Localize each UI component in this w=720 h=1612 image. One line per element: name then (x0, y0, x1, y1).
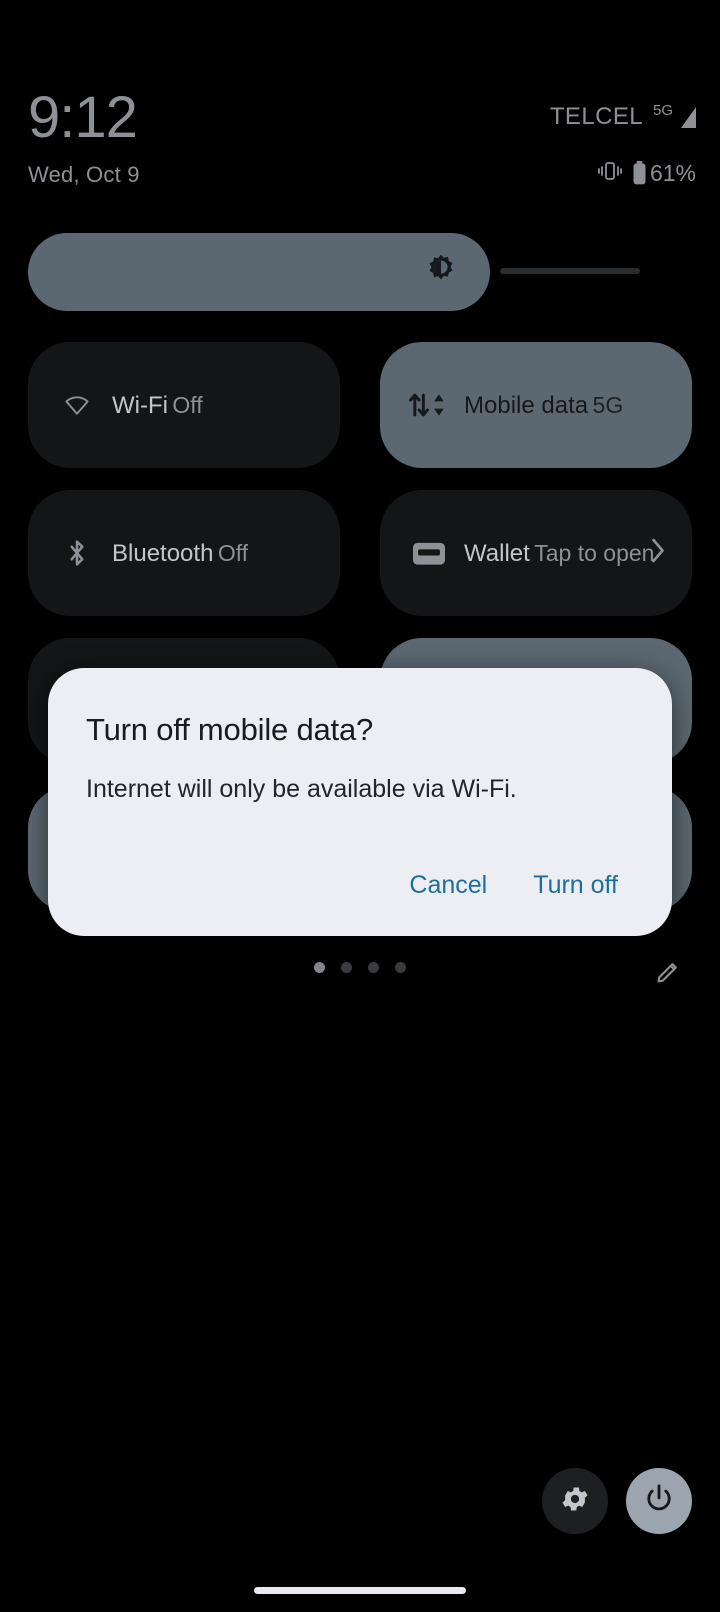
tile-wifi[interactable]: Wi-Fi Off (28, 342, 340, 468)
brightness-slider-track[interactable] (500, 268, 640, 274)
battery-indicator: 61% (632, 160, 696, 187)
tile-mobile-data[interactable]: Mobile data 5G (380, 342, 692, 468)
network-type-label: 5G (652, 102, 673, 119)
gear-icon (559, 1483, 591, 1520)
page-dot-3[interactable] (368, 962, 379, 973)
tile-bluetooth-status: Off (217, 539, 249, 566)
settings-button[interactable] (542, 1468, 608, 1534)
turn-off-button[interactable]: Turn off (517, 859, 634, 912)
brightness-icon (424, 253, 458, 292)
power-button[interactable] (626, 1468, 692, 1534)
vibrate-icon (597, 159, 623, 188)
turn-off-mobile-data-dialog: Turn off mobile data? Internet will only… (48, 668, 672, 936)
status-row-battery: 61% (550, 158, 696, 188)
power-icon (642, 1482, 676, 1521)
page-dot-2[interactable] (341, 962, 352, 973)
mobile-data-icon (402, 388, 456, 422)
bluetooth-icon (50, 536, 104, 570)
brightness-slider-fill[interactable] (28, 233, 490, 311)
wifi-off-icon (50, 390, 104, 420)
tile-wallet[interactable]: Wallet Tap to open (380, 490, 692, 616)
cancel-button[interactable]: Cancel (393, 859, 503, 912)
tile-wallet-text: Wallet Tap to open (464, 537, 654, 570)
tile-mobile-data-text: Mobile data 5G (464, 389, 623, 422)
status-row-signal: TELCEL 5G (550, 100, 696, 134)
page-indicator[interactable] (314, 962, 406, 973)
tile-wifi-status: Off (172, 391, 203, 418)
pager-footer (0, 950, 720, 1000)
wallet-icon (402, 537, 456, 569)
tile-bluetooth-text: Bluetooth Off (112, 537, 248, 570)
tile-wifi-text: Wi-Fi Off (112, 389, 203, 422)
clock-date[interactable]: Wed, Oct 9 (28, 162, 140, 188)
dialog-button-row: Cancel Turn off (393, 859, 634, 912)
signal-bars-icon (681, 106, 696, 128)
carrier-label: TELCEL (549, 103, 643, 130)
edit-tiles-button[interactable] (646, 952, 690, 996)
brightness-slider[interactable] (0, 230, 720, 320)
clock-time[interactable]: 9:12 (28, 88, 140, 148)
page-dot-1[interactable] (314, 962, 325, 973)
page-dot-4[interactable] (395, 962, 406, 973)
tile-wallet-label: Wallet (464, 539, 530, 567)
pencil-icon (653, 957, 683, 992)
dialog-message: Internet will only be available via Wi-F… (86, 775, 517, 803)
tile-wallet-status: Tap to open (534, 539, 655, 566)
dialog-title: Turn off mobile data? (86, 712, 374, 747)
tile-mobile-data-status: 5G (592, 391, 624, 418)
tile-bluetooth[interactable]: Bluetooth Off (28, 490, 340, 616)
clock-block[interactable]: 9:12 Wed, Oct 9 (28, 88, 140, 188)
tile-bluetooth-label: Bluetooth (112, 539, 214, 567)
tile-wifi-label: Wi-Fi (112, 391, 168, 419)
chevron-right-icon (648, 536, 668, 571)
status-icons: TELCEL 5G 61% (550, 100, 696, 188)
quick-settings-panel: 9:12 Wed, Oct 9 TELCEL 5G 61% Wi-Fi Off … (0, 0, 720, 1612)
home-gesture-indicator[interactable] (254, 1587, 466, 1594)
battery-icon (633, 161, 646, 185)
battery-percent-label: 61% (649, 159, 696, 186)
tile-mobile-data-label: Mobile data (464, 391, 589, 419)
status-header: 9:12 Wed, Oct 9 TELCEL 5G 61% (0, 0, 720, 215)
bottom-action-bar (542, 1468, 692, 1534)
